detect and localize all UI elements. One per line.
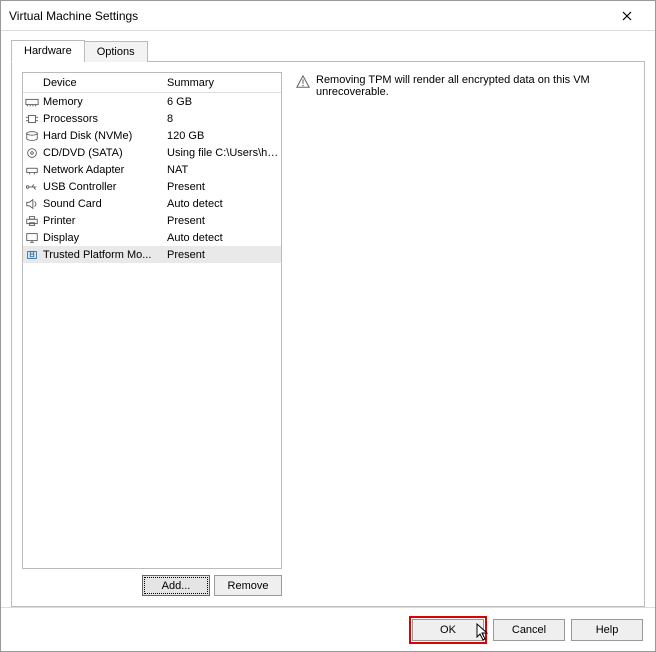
device-name: Printer <box>41 215 163 227</box>
device-summary: Auto detect <box>163 198 281 210</box>
content-area: Hardware Options Device Summary Memory6 … <box>1 31 655 607</box>
close-icon <box>622 11 632 21</box>
tab-hardware[interactable]: Hardware <box>11 40 85 62</box>
remove-button-label: Remove <box>228 580 269 592</box>
device-row[interactable]: Network AdapterNAT <box>23 161 281 178</box>
close-button[interactable] <box>607 2 647 30</box>
header-summary: Summary <box>163 77 281 89</box>
hardware-panel: Device Summary Memory6 GBProcessors8Hard… <box>11 61 645 607</box>
device-buttons: Add... Remove <box>22 575 282 596</box>
device-row[interactable]: Sound CardAuto detect <box>23 195 281 212</box>
device-row[interactable]: CD/DVD (SATA)Using file C:\Users\hung\Do… <box>23 144 281 161</box>
device-name: USB Controller <box>41 181 163 193</box>
tpm-warning-text: Removing TPM will render all encrypted d… <box>316 74 630 98</box>
device-name: Display <box>41 232 163 244</box>
tab-strip: Hardware Options <box>11 39 645 61</box>
display-icon <box>23 232 41 244</box>
cancel-button-label: Cancel <box>512 624 546 636</box>
device-summary: 8 <box>163 113 281 125</box>
device-name: Memory <box>41 96 163 108</box>
sound-icon <box>23 198 41 210</box>
device-summary: Present <box>163 181 281 193</box>
tab-options[interactable]: Options <box>84 41 148 62</box>
device-name: Trusted Platform Mo... <box>41 249 163 261</box>
cancel-button[interactable]: Cancel <box>493 619 565 641</box>
add-button-label: Add... <box>162 580 191 592</box>
device-list[interactable]: Device Summary Memory6 GBProcessors8Hard… <box>22 72 282 569</box>
cpu-icon <box>23 113 41 125</box>
help-button-label: Help <box>596 624 619 636</box>
ok-highlight: OK <box>409 616 487 644</box>
device-summary: 120 GB <box>163 130 281 142</box>
tpm-warning: Removing TPM will render all encrypted d… <box>296 74 630 98</box>
titlebar: Virtual Machine Settings <box>1 1 655 31</box>
vm-settings-window: Virtual Machine Settings Hardware Option… <box>0 0 656 652</box>
device-summary: Present <box>163 249 281 261</box>
disk-icon <box>23 130 41 142</box>
device-row[interactable]: PrinterPresent <box>23 212 281 229</box>
tab-options-label: Options <box>97 46 135 58</box>
cd-icon <box>23 147 41 159</box>
device-name: CD/DVD (SATA) <box>41 147 163 159</box>
printer-icon <box>23 215 41 227</box>
tab-hardware-label: Hardware <box>24 45 72 57</box>
device-row[interactable]: Processors8 <box>23 110 281 127</box>
device-name: Hard Disk (NVMe) <box>41 130 163 142</box>
usb-icon <box>23 181 41 193</box>
device-summary: 6 GB <box>163 96 281 108</box>
device-column: Device Summary Memory6 GBProcessors8Hard… <box>22 72 282 596</box>
device-summary: Present <box>163 215 281 227</box>
network-icon <box>23 164 41 176</box>
device-name: Network Adapter <box>41 164 163 176</box>
ok-button-label: OK <box>440 624 456 636</box>
device-name: Processors <box>41 113 163 125</box>
ok-button[interactable]: OK <box>412 619 484 641</box>
remove-button[interactable]: Remove <box>214 575 282 596</box>
help-button[interactable]: Help <box>571 619 643 641</box>
tpm-icon <box>23 249 41 261</box>
details-column: Removing TPM will render all encrypted d… <box>292 72 634 596</box>
device-row[interactable]: Trusted Platform Mo...Present <box>23 246 281 263</box>
warning-icon <box>296 75 310 89</box>
device-name: Sound Card <box>41 198 163 210</box>
add-button[interactable]: Add... <box>142 575 210 596</box>
device-list-header: Device Summary <box>23 73 281 93</box>
device-row[interactable]: DisplayAuto detect <box>23 229 281 246</box>
device-row[interactable]: USB ControllerPresent <box>23 178 281 195</box>
dialog-footer: OK Cancel Help <box>1 607 655 651</box>
device-summary: Using file C:\Users\hung\Do... <box>163 147 281 159</box>
device-summary: NAT <box>163 164 281 176</box>
window-title: Virtual Machine Settings <box>9 9 607 23</box>
header-device: Device <box>41 77 163 89</box>
memory-icon <box>23 96 41 108</box>
device-summary: Auto detect <box>163 232 281 244</box>
device-row[interactable]: Memory6 GB <box>23 93 281 110</box>
device-row[interactable]: Hard Disk (NVMe)120 GB <box>23 127 281 144</box>
